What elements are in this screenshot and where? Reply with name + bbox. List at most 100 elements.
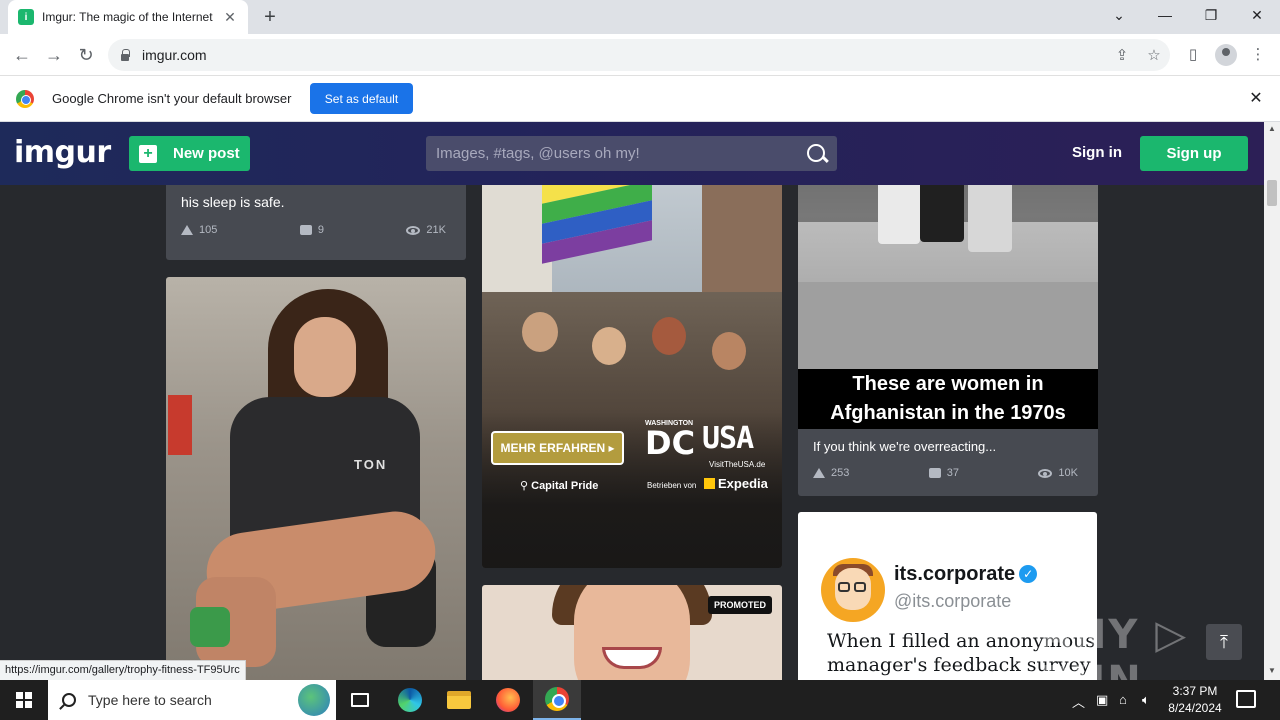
task-view-icon <box>351 693 369 707</box>
sign-in-link[interactable]: Sign in <box>1072 144 1122 161</box>
taskbar-search-placeholder: Type here to search <box>88 692 212 708</box>
tab-strip: i Imgur: The magic of the Internet ✕ + ⌄… <box>0 0 1280 34</box>
tab-title: Imgur: The magic of the Internet <box>42 10 213 24</box>
view-stat: 10K <box>1038 467 1078 479</box>
upvote-icon <box>813 468 825 478</box>
tray-chevron-icon[interactable]: ︿ <box>1072 692 1085 711</box>
new-tab-button[interactable]: + <box>258 6 282 28</box>
close-window-button[interactable]: ✕ <box>1234 0 1280 30</box>
eye-icon <box>1038 468 1053 478</box>
post-stats: 105 9 21K <box>181 224 446 236</box>
upvote-stat[interactable]: 253 <box>813 467 849 479</box>
windows-taskbar: Type here to search ︿ ▣ ⌂ 🔈︎ 3:37 PM 8/2… <box>0 680 1280 720</box>
avatar <box>821 558 885 622</box>
browser-toolbar: ← → ↻ imgur.com ⇪ ☆ ▯ ⋮ <box>0 34 1280 76</box>
photo-detail <box>168 395 192 455</box>
view-stat: 21K <box>406 224 446 236</box>
photo-detail <box>592 327 626 365</box>
banner-line: These are women in <box>852 373 1044 395</box>
restore-button[interactable]: ❐ <box>1188 0 1234 30</box>
new-post-label: New post <box>173 145 240 162</box>
page-scrollbar[interactable]: ▲ ▼ <box>1264 122 1280 680</box>
promo-partner: Expedia <box>704 476 768 491</box>
scroll-up-arrow-icon[interactable]: ▲ <box>1264 124 1280 136</box>
notification-icon[interactable] <box>1236 690 1256 708</box>
promo-location-text: Capital Pride <box>531 480 599 492</box>
photo-detail <box>652 317 686 355</box>
comment-stat: 9 <box>299 224 324 236</box>
mehr-erfahren-button[interactable]: MEHR ERFAHREN ▸ <box>491 431 624 465</box>
lock-icon[interactable] <box>120 49 130 61</box>
search-icon[interactable] <box>805 142 829 166</box>
new-post-button[interactable]: + New post <box>129 136 250 171</box>
promo-operated-by: Betrieben von <box>647 481 697 490</box>
verified-check-icon: ✓ <box>1019 565 1038 583</box>
post-card-image[interactable]: TON <box>166 277 466 680</box>
plus-icon: + <box>139 144 157 163</box>
status-url: https://imgur.com/gallery/trophy-fitness… <box>0 660 246 680</box>
chrome-logo-icon <box>16 90 34 108</box>
promo-site: VisitTheUSA.de <box>709 460 766 469</box>
file-explorer-taskbar-button[interactable] <box>435 680 483 720</box>
back-arrow-icon[interactable]: ← <box>10 43 34 67</box>
comment-icon <box>299 225 312 235</box>
infobar-close-icon[interactable]: ✕ <box>1246 89 1266 109</box>
promoted-badge: PROMOTED <box>708 596 773 614</box>
promoted-card[interactable]: PROMOTED <box>482 585 782 680</box>
post-caption[interactable]: his sleep is safe. <box>181 194 285 210</box>
tweet-handle: @its.corporate <box>894 591 1012 611</box>
folder-icon <box>447 691 471 709</box>
forward-arrow-icon[interactable]: → <box>42 43 66 67</box>
post-caption[interactable]: If you think we're overreacting... <box>813 439 996 454</box>
photo-detail <box>712 332 746 370</box>
clock-date: 8/24/2024 <box>1168 701 1222 715</box>
tab-close-icon[interactable]: ✕ <box>222 9 238 25</box>
network-icon[interactable]: ⌂ <box>1119 692 1127 707</box>
search-placeholder: Images, #tags, @users oh my! <box>436 145 640 162</box>
promo-card[interactable]: MEHR ERFAHREN ▸ ⚲ Capital Pride WASHINGT… <box>482 122 782 568</box>
scroll-thumb[interactable] <box>1267 180 1277 206</box>
share-icon[interactable]: ⇪ <box>1112 46 1132 66</box>
upvote-stat[interactable]: 105 <box>181 224 217 236</box>
imgur-logo[interactable]: imgur <box>14 135 111 170</box>
promo-partner-text: Expedia <box>718 476 768 491</box>
upvote-icon <box>181 225 193 235</box>
page-viewport: his sleep is safe. 105 9 21K TON MEHR ER… <box>0 122 1264 680</box>
edge-taskbar-button[interactable] <box>386 680 434 720</box>
volume-icon[interactable]: 🔈︎ <box>1142 692 1150 708</box>
sign-up-button[interactable]: Sign up <box>1140 136 1248 171</box>
taskbar-search-box[interactable]: Type here to search <box>48 680 336 720</box>
scroll-to-top-button[interactable]: ⤒ <box>1206 624 1242 660</box>
windows-logo-icon <box>16 692 32 708</box>
search-input[interactable]: Images, #tags, @users oh my! <box>426 136 837 171</box>
side-panel-icon[interactable]: ▯ <box>1182 44 1204 66</box>
photo-detail <box>798 282 1098 369</box>
taskbar-clock[interactable]: 3:37 PM 8/24/2024 <box>1160 683 1230 717</box>
reload-icon[interactable]: ↻ <box>74 43 98 67</box>
photo-detail <box>522 312 558 352</box>
tweet-author: its.corporate ✓ <box>894 563 1038 586</box>
start-button[interactable] <box>0 680 48 720</box>
bookmark-star-icon[interactable]: ☆ <box>1144 46 1164 66</box>
upvote-count: 253 <box>831 467 850 479</box>
tab-search-chevron-icon[interactable]: ⌄ <box>1096 0 1142 30</box>
chrome-taskbar-button[interactable] <box>533 680 581 720</box>
minimize-button[interactable]: — <box>1142 0 1188 30</box>
firefox-taskbar-button[interactable] <box>484 680 532 720</box>
promo-country: USA <box>702 421 754 456</box>
address-bar[interactable]: imgur.com ⇪ ☆ <box>108 39 1170 71</box>
browser-tab[interactable]: i Imgur: The magic of the Internet ✕ <box>8 0 248 34</box>
comment-icon <box>928 468 941 478</box>
task-view-button[interactable] <box>336 680 384 720</box>
set-as-default-button[interactable]: Set as default <box>310 83 413 114</box>
imgur-header: imgur + New post Images, #tags, @users o… <box>0 122 1264 185</box>
banner-line: Afghanistan in the 1970s <box>830 402 1066 424</box>
search-icon <box>62 693 76 707</box>
search-highlight-icon[interactable] <box>298 684 330 716</box>
profile-avatar-icon[interactable] <box>1215 44 1237 66</box>
tray-device-icon[interactable]: ▣ <box>1096 692 1108 708</box>
menu-kebab-icon[interactable]: ⋮ <box>1247 44 1269 66</box>
upvote-count: 105 <box>199 224 218 236</box>
view-count: 10K <box>1058 467 1078 479</box>
scroll-down-arrow-icon[interactable]: ▼ <box>1264 666 1280 678</box>
